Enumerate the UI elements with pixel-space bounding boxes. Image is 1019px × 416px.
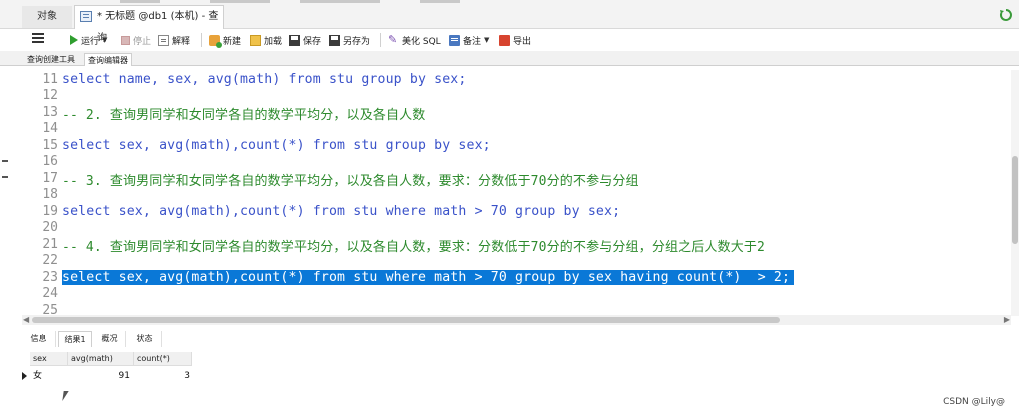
beautify-sql-label: 美化 SQL (402, 36, 441, 47)
code-line: select name, sex, avg(math) from stu gro… (62, 72, 467, 87)
line-number: 12 (42, 88, 58, 103)
explain-label: 解释 (172, 36, 191, 47)
stop-label: 停止 (133, 36, 152, 47)
sql-editor[interactable]: 11 12 13 14 15 16 17 18 19 20 21 22 23 2… (22, 66, 1019, 320)
table-cell[interactable]: 女 (33, 369, 67, 383)
line-number: 20 (42, 220, 58, 235)
left-edge-mark (2, 176, 8, 178)
line-number: 21 (42, 237, 58, 252)
tab-result1[interactable]: 结果1 (58, 331, 92, 347)
left-edge-mark (2, 160, 8, 162)
column-header[interactable]: avg(math) (68, 352, 134, 366)
new-button[interactable]: 新建 (209, 31, 241, 49)
stop-icon (121, 35, 130, 45)
line-number: 16 (42, 154, 58, 169)
tab-info[interactable]: 信息 (22, 331, 56, 347)
line-number: 17 (42, 171, 58, 186)
code-line-selected: select sex, avg(math),count(*) from stu … (62, 270, 795, 285)
line-number: 23 (42, 270, 58, 285)
load-label: 加载 (264, 36, 283, 47)
toolbar-separator (380, 33, 381, 47)
magic-wand-icon (388, 33, 399, 46)
table-cell[interactable]: 3 (134, 369, 190, 383)
run-label: 运行 (81, 36, 100, 47)
save-as-label: 另存为 (343, 36, 371, 47)
save-icon (289, 34, 300, 46)
line-number: 19 (42, 204, 58, 219)
tab-query[interactable]: * 无标题 @db1 (本机) - 查询 (74, 5, 224, 44)
note-icon (449, 34, 460, 46)
mouse-cursor-icon (62, 391, 69, 401)
code-line: select sex, avg(math),count(*) from stu … (62, 204, 621, 219)
tab-objects[interactable]: 对象 (22, 6, 72, 28)
load-button[interactable]: 加载 (250, 31, 282, 49)
line-number: 24 (42, 286, 58, 301)
menu-icon[interactable] (32, 33, 44, 43)
code-line: select sex, avg(math),count(*) from stu … (62, 138, 491, 153)
tab-overview[interactable]: 概况 (94, 331, 126, 347)
line-number: 22 (42, 253, 58, 268)
code-comment: -- 3. 查询男同学和女同学各自的数学平均分，以及各自人数，要求：分数低于70… (62, 174, 639, 189)
note-button[interactable]: 备注 ▼ (449, 31, 489, 49)
scroll-right-icon[interactable]: ▶ (1004, 315, 1010, 325)
tab-status[interactable]: 状态 (128, 331, 162, 347)
tab-query-editor[interactable]: 查询编辑器 (84, 53, 132, 66)
column-header[interactable]: sex (30, 352, 68, 366)
chevron-down-icon[interactable]: ▼ (102, 36, 107, 44)
explain-button[interactable]: 解释 (158, 31, 190, 49)
line-number: 14 (42, 121, 58, 136)
chevron-down-icon[interactable]: ▼ (484, 36, 489, 44)
tab-query-builder[interactable]: 查询创建工具 (24, 53, 78, 66)
run-button[interactable]: 运行 ▼ (70, 31, 107, 49)
play-icon (70, 35, 78, 45)
beautify-sql-button[interactable]: 美化 SQL (388, 31, 441, 49)
current-row-indicator-icon (22, 372, 27, 380)
table-cell[interactable]: 91 (68, 369, 130, 383)
watermark: CSDN @Lily@ (943, 397, 1005, 407)
new-query-icon (209, 34, 222, 48)
export-icon (499, 34, 510, 46)
folder-icon (250, 34, 261, 46)
save-button[interactable]: 保存 (289, 31, 321, 49)
vertical-scrollbar-thumb[interactable] (1012, 156, 1018, 244)
toolbar-separator (201, 33, 202, 47)
save-label: 保存 (303, 36, 322, 47)
query-icon (80, 11, 92, 22)
line-number: 18 (42, 187, 58, 202)
explain-icon (158, 34, 169, 46)
column-header[interactable]: count(*) (134, 352, 192, 366)
scroll-left-icon[interactable]: ◀ (23, 315, 29, 325)
horizontal-scrollbar-thumb[interactable] (32, 317, 780, 323)
save-as-icon (329, 34, 340, 46)
export-button[interactable]: 导出 (499, 31, 531, 49)
stop-button[interactable]: 停止 (121, 31, 151, 49)
horizontal-scrollbar[interactable]: ◀ ▶ (22, 315, 1011, 325)
export-label: 导出 (513, 36, 532, 47)
code-comment: -- 4. 查询男同学和女同学各自的数学平均分，以及各自人数，要求：分数低于70… (62, 240, 765, 255)
refresh-icon[interactable] (999, 8, 1013, 22)
code-comment: -- 2. 查询男同学和女同学各自的数学平均分，以及各自人数 (62, 108, 426, 123)
save-as-button[interactable]: 另存为 (329, 31, 370, 49)
line-number: 11 (42, 72, 58, 87)
vertical-scrollbar[interactable] (1011, 70, 1019, 316)
line-number: 15 (42, 138, 58, 153)
line-number: 13 (42, 105, 58, 120)
note-label: 备注 (463, 36, 482, 47)
tab-strip: 对象 * 无标题 @db1 (本机) - 查询 (0, 0, 1019, 44)
top-decoration (0, 0, 1019, 4)
new-label: 新建 (223, 36, 242, 47)
editor-subtabs: 查询创建工具 查询编辑器 (0, 51, 1019, 66)
